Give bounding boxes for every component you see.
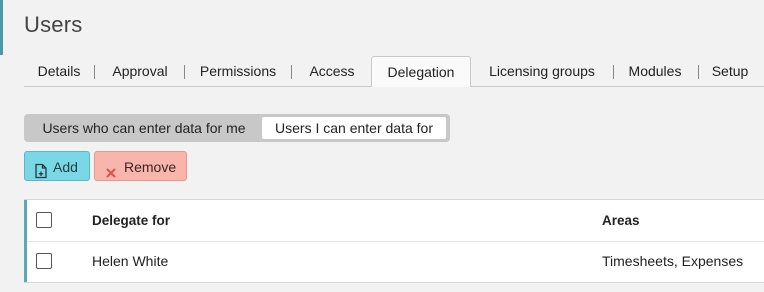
- select-all-checkbox[interactable]: [36, 212, 52, 228]
- row-checkbox[interactable]: [36, 253, 52, 269]
- remove-button[interactable]: Remove: [94, 151, 187, 181]
- option-users-who-can-enter-data-for-me[interactable]: Users who can enter data for me: [28, 117, 260, 139]
- remove-button-label: Remove: [124, 159, 177, 175]
- tab-separator: [184, 65, 185, 79]
- tab-approval[interactable]: Approval: [97, 56, 183, 86]
- table-header-row: Delegate for Areas: [27, 200, 764, 242]
- tab-modules[interactable]: Modules: [615, 56, 695, 86]
- tab-separator: [291, 65, 292, 79]
- delegation-direction-toggle: Users who can enter data for me Users I …: [24, 114, 450, 142]
- areas-cell: Timesheets, Expenses: [602, 253, 744, 269]
- delegation-panel: Users who can enter data for me Users I …: [24, 87, 764, 292]
- add-button[interactable]: Add: [24, 151, 90, 181]
- tab-details[interactable]: Details: [24, 56, 94, 86]
- tab-permissions[interactable]: Permissions: [186, 56, 290, 86]
- close-icon: [104, 160, 118, 178]
- users-page: Users Details Approval Permissions Acces…: [0, 0, 764, 292]
- tab-separator: [94, 65, 95, 79]
- left-accent-bar: [0, 0, 3, 55]
- file-plus-icon: [33, 159, 49, 179]
- tab-bar: Details Approval Permissions Access Dele…: [24, 56, 764, 88]
- tab-separator: [613, 65, 614, 79]
- column-header-delegate-for[interactable]: Delegate for: [92, 200, 170, 241]
- option-users-i-can-enter-data-for[interactable]: Users I can enter data for: [262, 117, 446, 139]
- delegation-table: Delegate for Areas Helen White Timesheet…: [24, 199, 764, 283]
- delegate-for-cell: Helen White: [92, 253, 169, 269]
- table-row[interactable]: Helen White Timesheets, Expenses: [27, 241, 764, 282]
- column-header-areas[interactable]: Areas: [602, 200, 640, 241]
- tab-separator: [698, 65, 699, 79]
- tab-setup[interactable]: Setup: [701, 56, 759, 86]
- page-title: Users: [24, 12, 83, 37]
- tab-access[interactable]: Access: [294, 56, 370, 86]
- add-button-label: Add: [53, 159, 78, 175]
- tab-delegation[interactable]: Delegation: [371, 56, 471, 88]
- tab-licensing-groups[interactable]: Licensing groups: [472, 56, 612, 86]
